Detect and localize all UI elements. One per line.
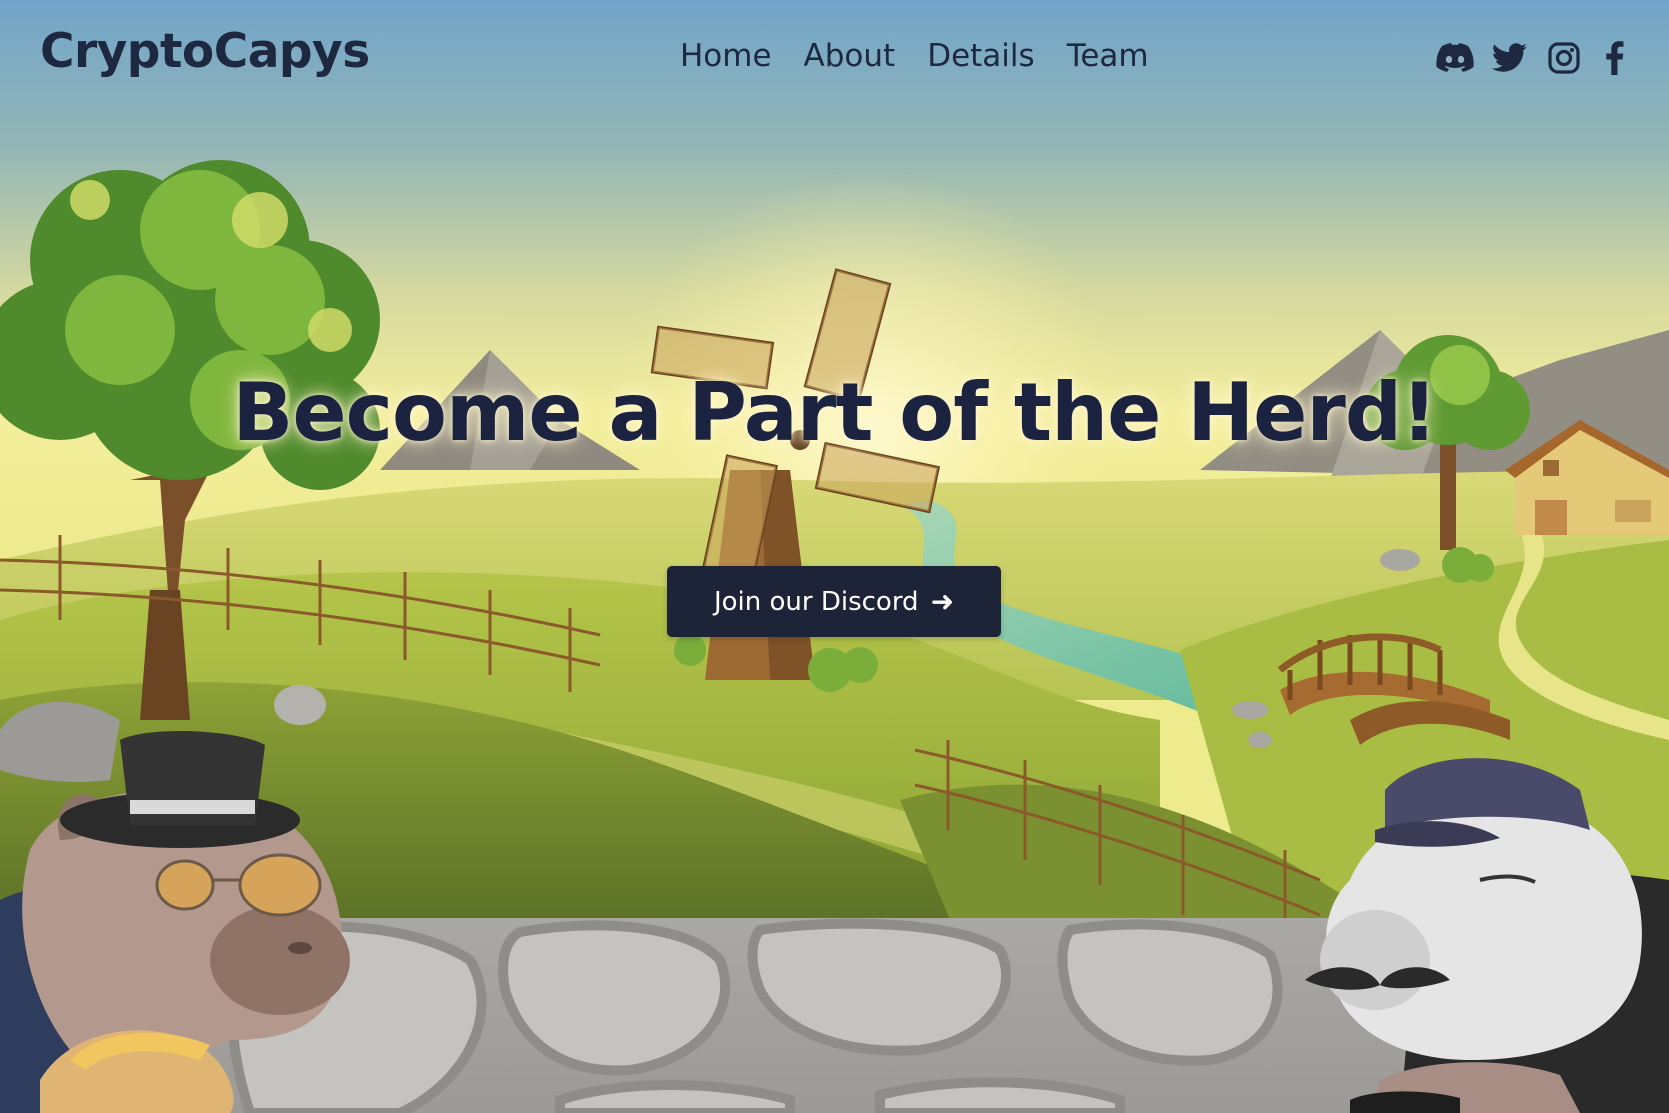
facebook-icon[interactable] bbox=[1593, 38, 1637, 78]
brand-logo[interactable]: CryptoCapys bbox=[40, 24, 370, 79]
nav-link-about[interactable]: About bbox=[804, 38, 896, 74]
arrow-right-icon: ➜ bbox=[930, 585, 955, 618]
hero-background-illustration bbox=[0, 0, 1669, 1113]
twitter-icon[interactable] bbox=[1488, 38, 1532, 78]
nav-link-home[interactable]: Home bbox=[680, 38, 772, 74]
hero-title: Become a Part of the Herd! bbox=[232, 366, 1437, 459]
instagram-icon[interactable] bbox=[1542, 38, 1586, 78]
main-nav: Home About Details Team bbox=[680, 38, 1149, 74]
landing-page: CryptoCapys Home About Details Team Beco… bbox=[0, 0, 1669, 1113]
join-discord-button[interactable]: Join our Discord ➜ bbox=[667, 566, 1001, 637]
top-navbar: CryptoCapys Home About Details Team bbox=[0, 0, 1669, 116]
discord-icon[interactable] bbox=[1433, 38, 1477, 78]
join-discord-label: Join our Discord bbox=[713, 586, 919, 617]
nav-link-details[interactable]: Details bbox=[927, 38, 1034, 74]
nav-link-team[interactable]: Team bbox=[1067, 38, 1149, 74]
